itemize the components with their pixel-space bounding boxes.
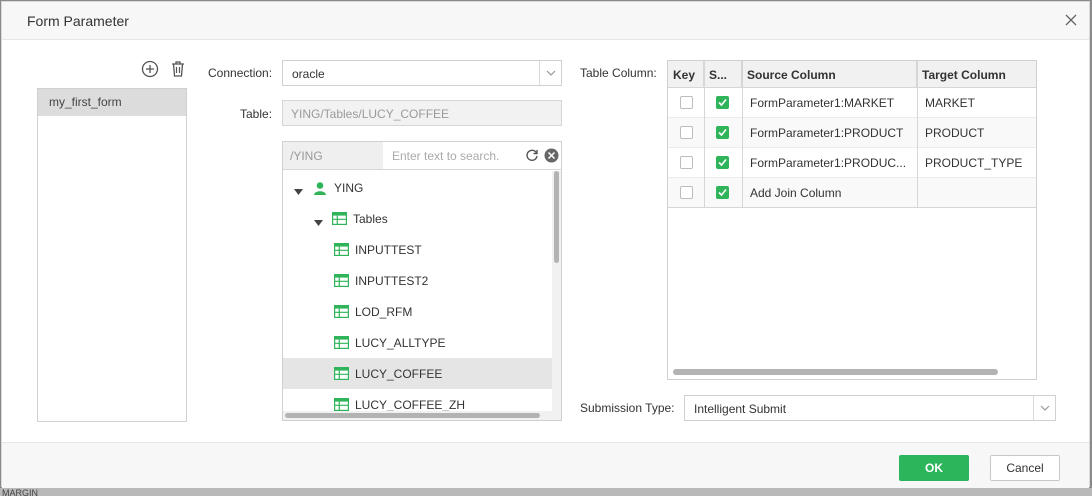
backdrop-text: MARGIN (2, 488, 38, 496)
connection-select[interactable]: oracle (282, 60, 562, 86)
tree-node-label: LOD_RFM (355, 305, 413, 319)
select-checkbox[interactable] (716, 96, 729, 109)
column-header-select[interactable]: S... (704, 61, 742, 88)
table-icon (334, 367, 350, 383)
form-parameter-dialog: Form Parameter my_first_form Connection:… (1, 1, 1090, 488)
table-column-grid: Key S... Source Column Target Column For… (667, 60, 1037, 380)
ok-button[interactable]: OK (899, 455, 969, 481)
refresh-icon[interactable] (525, 148, 539, 165)
scrollbar-thumb[interactable] (554, 171, 559, 263)
table-horizontal-scrollbar[interactable] (673, 369, 998, 375)
user-icon (313, 181, 327, 198)
key-checkbox[interactable] (680, 156, 693, 169)
tree-node-table[interactable]: INPUTTEST (283, 234, 553, 265)
dialog-footer: OK Cancel (2, 442, 1089, 488)
key-checkbox[interactable] (680, 126, 693, 139)
tree-node-table[interactable]: INPUTTEST2 (283, 265, 553, 296)
add-join-column-link[interactable]: Add Join Column (743, 178, 917, 208)
table-column-label: Table Column: (580, 66, 657, 80)
table-label: Table: (240, 107, 273, 121)
tree-node-label: LUCY_COFFEE_ZH (355, 398, 466, 412)
tree-node-label: YING (334, 181, 364, 195)
tree-node-label: Tables (353, 212, 388, 226)
caret-down-icon[interactable] (314, 215, 323, 229)
connection-value: oracle (292, 67, 325, 81)
tree-search-bar: /YING (283, 142, 561, 170)
tree-node-label: INPUTTEST (355, 243, 422, 257)
table-row: FormParameter1:PRODUCT PRODUCT (668, 118, 1036, 148)
form-list-item[interactable]: my_first_form (38, 89, 186, 116)
tree-vertical-scrollbar[interactable] (552, 171, 561, 420)
target-cell[interactable] (918, 178, 1036, 208)
form-list: my_first_form (37, 88, 187, 422)
table-icon (334, 305, 350, 321)
submission-type-label: Submission Type: (580, 401, 675, 415)
select-checkbox[interactable] (716, 126, 729, 139)
source-cell: FormParameter1:PRODUC... (750, 156, 907, 170)
table-row: FormParameter1:MARKET MARKET (668, 88, 1036, 118)
dialog-title: Form Parameter (27, 13, 129, 29)
table-icon (332, 212, 348, 228)
tree-node-ying[interactable]: YING (283, 172, 553, 203)
tree-search-input[interactable] (385, 144, 519, 168)
source-cell: FormParameter1:MARKET (750, 96, 895, 110)
table-tree: /YING YING Tables (282, 141, 562, 421)
tree-horizontal-scrollbar[interactable] (283, 411, 552, 420)
target-cell[interactable]: PRODUCT (918, 118, 1036, 148)
submission-type-select[interactable]: Intelligent Submit (684, 395, 1056, 421)
select-checkbox[interactable] (716, 186, 729, 199)
chevron-down-icon[interactable] (1033, 396, 1055, 420)
key-checkbox[interactable] (680, 96, 693, 109)
connection-label: Connection: (208, 66, 273, 80)
table-row: Add Join Column (668, 178, 1036, 208)
tree-node-table[interactable]: LOD_RFM (283, 296, 553, 327)
tree-node-tables[interactable]: Tables (283, 203, 553, 234)
table-icon (334, 243, 350, 259)
column-divider (742, 61, 743, 208)
tree-path: /YING (283, 142, 383, 169)
target-cell[interactable]: MARKET (918, 88, 1036, 118)
chevron-down-icon[interactable] (539, 61, 561, 85)
table-field: YING/Tables/LUCY_COFFEE (282, 100, 562, 126)
column-header-source[interactable]: Source Column (742, 61, 917, 88)
target-cell[interactable]: PRODUCT_TYPE (918, 148, 1036, 178)
close-icon[interactable] (1063, 12, 1079, 28)
column-header-key[interactable]: Key (668, 61, 704, 88)
column-header-target[interactable]: Target Column (917, 61, 1036, 88)
scrollbar-thumb[interactable] (285, 413, 540, 418)
cancel-button[interactable]: Cancel (990, 455, 1060, 481)
table-icon (334, 336, 350, 352)
select-checkbox[interactable] (716, 156, 729, 169)
submission-type-value: Intelligent Submit (694, 402, 787, 416)
table-icon (334, 274, 350, 290)
table-row: FormParameter1:PRODUC... PRODUCT_TYPE (668, 148, 1036, 178)
column-divider (917, 61, 918, 208)
tree-node-table-selected[interactable]: LUCY_COFFEE (283, 358, 553, 389)
table-field-value: YING/Tables/LUCY_COFFEE (291, 107, 450, 121)
source-cell: FormParameter1:PRODUCT (750, 126, 904, 140)
backdrop (0, 488, 1092, 496)
caret-down-icon[interactable] (294, 184, 303, 198)
key-checkbox[interactable] (680, 186, 693, 199)
tree-node-label: INPUTTEST2 (355, 274, 429, 288)
plus-circle-icon[interactable] (141, 60, 159, 78)
tree-node-label: LUCY_ALLTYPE (355, 336, 446, 350)
column-divider (704, 61, 705, 208)
tree-node-label: LUCY_COFFEE (355, 367, 443, 381)
clear-search-icon[interactable] (544, 148, 559, 166)
dialog-header: Form Parameter (2, 2, 1089, 40)
trash-icon[interactable] (169, 60, 187, 78)
tree-node-table[interactable]: LUCY_ALLTYPE (283, 327, 553, 358)
